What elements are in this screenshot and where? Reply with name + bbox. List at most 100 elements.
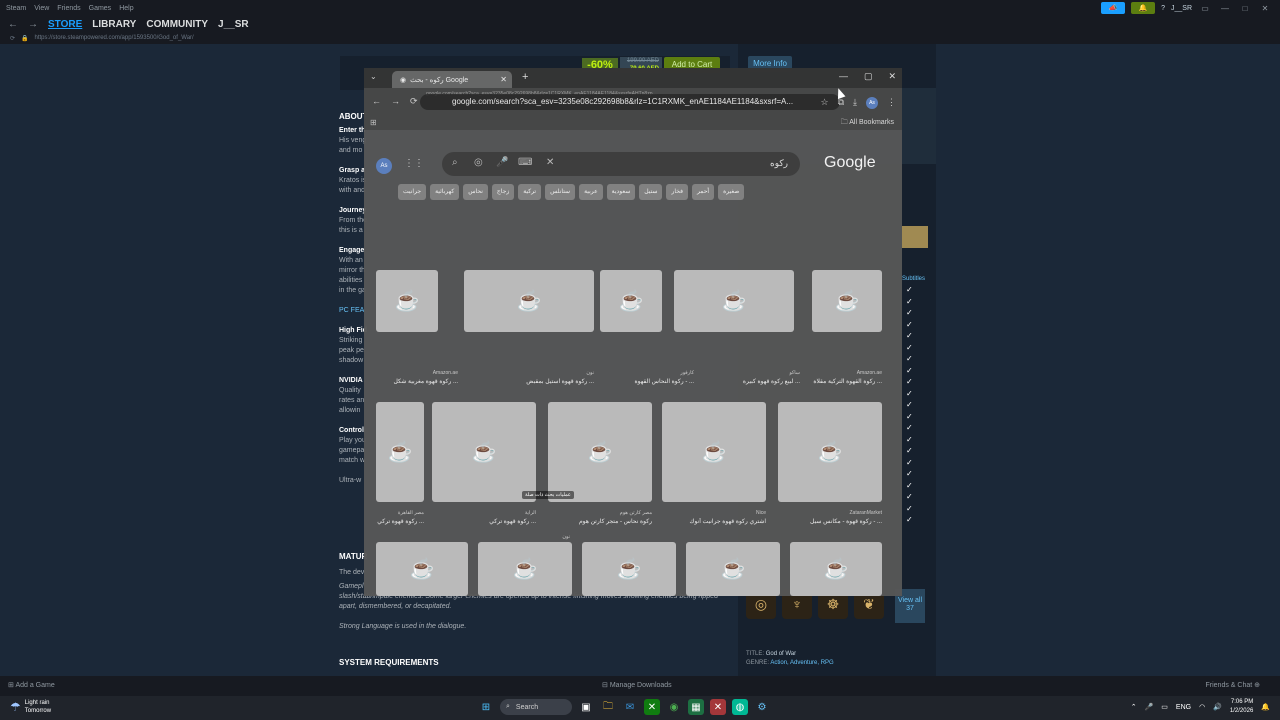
coffee-pot-icon: ☕ [817, 441, 843, 464]
show-hidden-icons-icon[interactable]: ⌃ [1131, 703, 1137, 711]
steam-icon[interactable]: ⚙ [754, 699, 770, 715]
image-result[interactable]: ☕ [464, 270, 594, 332]
taskbar-search[interactable]: ⌕ Search [500, 699, 572, 715]
manage-downloads-button[interactable]: ⊟ Manage Downloads [602, 681, 672, 689]
image-result[interactable]: ☕ [376, 270, 438, 332]
result-caption[interactable]: ركوة القهوة التركية مقلاة ... [806, 378, 882, 385]
image-result[interactable]: ☕ [548, 402, 652, 502]
image-result[interactable]: ☕ [432, 402, 536, 502]
chrome-menu-icon[interactable]: ⋮ [887, 97, 896, 109]
image-result[interactable]: ☕ [686, 542, 780, 596]
volume-icon[interactable]: 🔊 [1213, 703, 1222, 711]
coffee-pot-icon: ☕ [823, 558, 849, 581]
taskbar-search-label: Search [515, 703, 539, 711]
steam-nav-bar: ← → STORE LIBRARY COMMUNITY J__SR [0, 16, 1280, 32]
chrome-window[interactable]: ⌄ ◉ ركوه - بحث Google ✕ + — ▢ ✕ google.c… [364, 68, 902, 596]
chrome-tab-google[interactable]: ◉ ركوه - بحث Google ✕ [392, 71, 512, 88]
check-icon: ✓ [906, 388, 913, 398]
friends-chat-button[interactable]: Friends & Chat ⊕ [1206, 681, 1261, 689]
menu-view[interactable]: View [34, 5, 49, 12]
big-picture-icon[interactable]: ▭ [1198, 4, 1212, 13]
check-icon: ✓ [906, 434, 913, 444]
chrome-close-icon[interactable]: ✕ [888, 71, 896, 82]
chrome-back-icon[interactable]: ← [372, 96, 381, 107]
add-game-button[interactable]: ⊞ Add a Game [8, 681, 55, 689]
google-favicon-icon: ◉ [400, 76, 407, 84]
image-result[interactable]: ☕ [376, 402, 424, 502]
image-result[interactable]: ☕ [662, 402, 766, 502]
refresh-icon[interactable]: ⟳ [10, 35, 15, 42]
tab-library[interactable]: LIBRARY [92, 19, 136, 30]
clock[interactable]: 7:06 PM 1/2/2026 [1230, 698, 1253, 716]
result-caption[interactable]: ركوة قهوة تركي ... [432, 518, 536, 525]
menu-games[interactable]: Games [89, 5, 112, 12]
back-arrow-icon[interactable]: ← [8, 19, 18, 30]
windows-taskbar: ☂ Light rain Tomorrow ⊞ ⌕ Search ▣ 🗀 ✉ ✕… [0, 696, 1280, 720]
app-icon[interactable]: ✕ [710, 699, 726, 715]
forward-arrow-icon[interactable]: → [28, 19, 38, 30]
result-caption[interactable]: ركوة قهوة مغربية شكل ... [376, 378, 458, 385]
broadcast-button[interactable]: 📣 [1101, 2, 1126, 14]
weather-widget[interactable]: ☂ Light rain Tomorrow [10, 699, 51, 715]
mail-icon[interactable]: ✉ [622, 699, 638, 715]
xbox-icon[interactable]: ✕ [644, 699, 660, 715]
whatsapp-icon[interactable]: ◍ [732, 699, 748, 715]
image-result[interactable]: ☕ [790, 542, 882, 596]
tab-search-icon[interactable]: ⌄ [370, 72, 377, 81]
check-icon: ✓ [906, 308, 913, 317]
account-name[interactable]: J__SR [1171, 5, 1192, 12]
bookmark-star-icon[interactable]: ☆ [821, 97, 829, 109]
minimize-icon[interactable]: — [1218, 4, 1232, 13]
image-result[interactable]: ☕ [376, 542, 468, 596]
result-caption[interactable]: ركوة قهوة استيل بمقبض ... [464, 378, 594, 385]
notifications-bell-icon[interactable]: 🔔 [1261, 703, 1270, 711]
result-caption[interactable]: لبيع ركوة قهوة كبيرة ... [700, 378, 800, 385]
omnibox[interactable]: google.com/search?sca_esv=3235e08c292698… [420, 94, 840, 110]
mature-line4: Strong Language is used in the dialogue. [339, 623, 467, 630]
all-bookmarks-button[interactable]: 🗀 All Bookmarks [841, 118, 894, 129]
tab-community[interactable]: COMMUNITY [146, 19, 208, 30]
close-icon[interactable]: ✕ [1258, 4, 1272, 13]
result-caption[interactable]: ركوة النحاس القهوة - ... [600, 378, 694, 385]
apps-grid-icon[interactable]: ⊞ [370, 118, 377, 127]
chrome-minimize-icon[interactable]: — [839, 71, 848, 82]
maximize-icon[interactable]: □ [1238, 4, 1252, 13]
chrome-forward-icon[interactable]: → [391, 96, 400, 107]
image-result[interactable]: ☕ [778, 402, 882, 502]
image-result[interactable]: ☕ [600, 270, 662, 332]
result-caption[interactable]: ركوة قهوة تركي ... [368, 518, 424, 525]
file-explorer-icon[interactable]: 🗀 [600, 699, 616, 715]
battery-icon[interactable]: ▭ [1161, 703, 1168, 711]
chrome-icon[interactable]: ◉ [666, 699, 682, 715]
chrome-reload-icon[interactable]: ⟳ [410, 96, 418, 107]
chrome-maximize-icon[interactable]: ▢ [864, 71, 873, 82]
steam-url[interactable]: https://store.steampowered.com/app/15935… [35, 35, 194, 41]
tab-profile[interactable]: J__SR [218, 19, 249, 30]
help-icon[interactable]: ? [1161, 5, 1165, 12]
new-tab-button[interactable]: + [522, 71, 528, 83]
start-icon[interactable]: ⊞ [478, 699, 494, 715]
result-caption[interactable]: ركوة نحاس - متجر كارتن هوم [548, 518, 652, 525]
menu-steam[interactable]: Steam [6, 5, 26, 12]
excel-icon[interactable]: ▦ [688, 699, 704, 715]
downloads-icon[interactable]: ⤓ [853, 97, 857, 109]
result-caption[interactable]: اشتري ركوة قهوة جرانيت أنوك [662, 518, 767, 525]
chrome-profile-avatar[interactable]: As [866, 97, 878, 109]
image-result[interactable]: ☕ [674, 270, 794, 332]
wifi-icon[interactable]: ◠ [1199, 703, 1205, 711]
task-view-icon[interactable]: ▣ [578, 699, 594, 715]
image-result[interactable]: ☕ [812, 270, 882, 332]
related-searches-hint[interactable]: عمليات بحث ذات صلة [522, 491, 574, 499]
result-caption[interactable]: ركوة قهوة - مكانس سيل - ... [778, 518, 882, 525]
microphone-icon[interactable]: 🎤 [1145, 703, 1154, 711]
language-indicator[interactable]: ENG [1176, 704, 1191, 711]
notifications-button[interactable]: 🔔 [1131, 2, 1156, 14]
side-banner[interactable] [902, 226, 928, 248]
tab-store[interactable]: STORE [48, 19, 82, 30]
menu-friends[interactable]: Friends [57, 5, 80, 12]
image-result[interactable]: ☕ [582, 542, 676, 596]
tab-close-icon[interactable]: ✕ [500, 75, 507, 84]
genre-links[interactable]: Action, Adventure, RPG [770, 660, 833, 666]
menu-help[interactable]: Help [119, 5, 133, 12]
image-result[interactable]: ☕ [478, 542, 572, 596]
